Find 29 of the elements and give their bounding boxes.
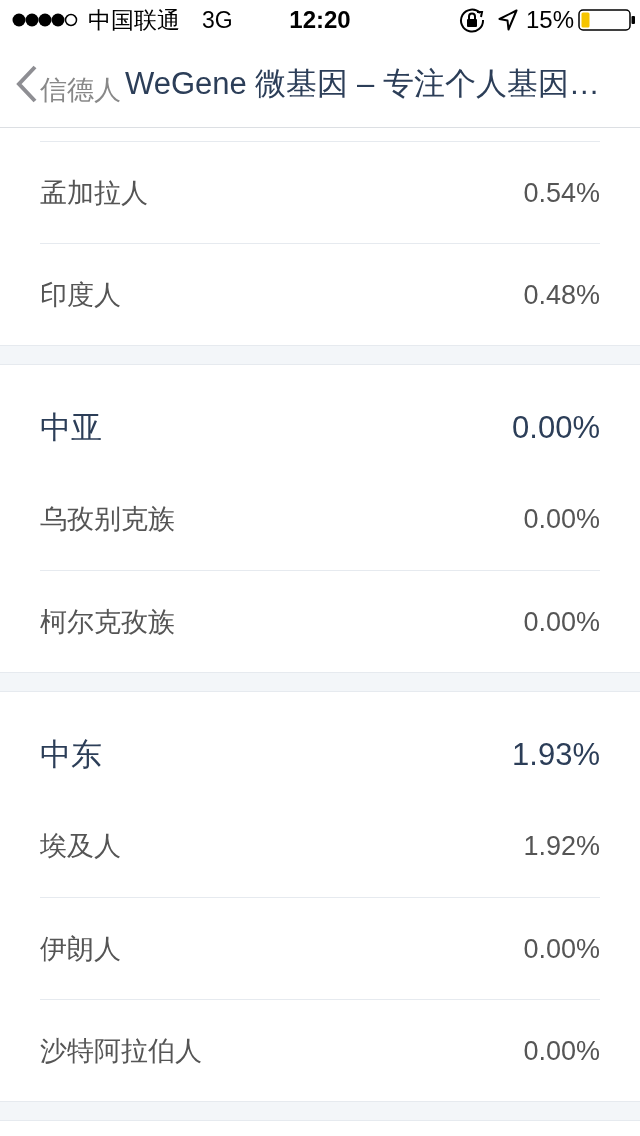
ethnicity-label: 孟加拉人 — [40, 176, 148, 210]
page-title: WeGene 微基因 – 专注个人基因… — [125, 66, 600, 102]
ethnicity-percentage: 0.00% — [523, 1034, 600, 1068]
ethnicity-label: 伊朗人 — [40, 932, 121, 966]
ethnicity-percentage: 0.00% — [523, 605, 600, 639]
ethnicity-percentage: 0.48% — [523, 278, 600, 312]
ethnicity-percentage: 1.92% — [523, 830, 600, 863]
section-percentage: 0.00% — [512, 409, 600, 447]
ethnicity-label: 印度人 — [40, 278, 121, 312]
battery-percentage: 15% — [525, 6, 574, 34]
section-percentage: 1.93% — [512, 736, 600, 774]
status-time: 12:20 — [289, 6, 351, 34]
signal-strength-icon — [12, 13, 78, 27]
ethnicity-label: 柯尔克孜族 — [40, 605, 175, 639]
ethnicity-label: 埃及人 — [40, 830, 121, 863]
ethnicity-percentage: 0.00% — [523, 932, 600, 966]
ethnicity-label: 信德人 — [40, 74, 121, 107]
ethnicity-percentage: 0.54% — [523, 176, 600, 210]
ethnicity-label: 沙特阿拉伯人 — [40, 1034, 202, 1068]
back-icon[interactable] — [16, 65, 38, 103]
network-type: 3G — [202, 6, 233, 34]
ethnicity-label: 乌孜别克族 — [40, 503, 175, 536]
ethnicity-percentage: 0.00% — [523, 503, 600, 536]
location-arrow-icon — [497, 9, 518, 31]
carrier-name: 中国联通 — [88, 6, 180, 34]
section-title: 中东 — [40, 736, 102, 774]
battery-icon — [578, 9, 636, 31]
rotation-lock-icon — [458, 7, 485, 33]
section-title: 中亚 — [40, 409, 102, 447]
